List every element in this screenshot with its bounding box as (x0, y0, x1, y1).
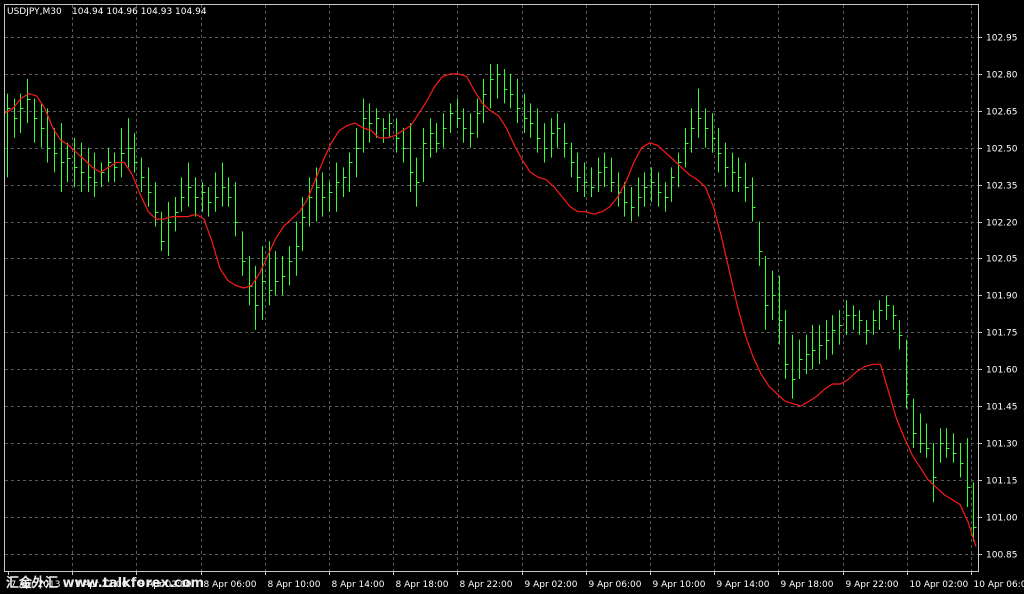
y-tick-label: 102.05 (986, 255, 1018, 265)
x-tick-label: 10 Apr 02:00 (910, 580, 969, 590)
x-tick-label: 8 Apr 22:00 (460, 580, 513, 590)
y-tick-label: 101.60 (986, 366, 1018, 376)
y-tick-label: 101.15 (986, 477, 1018, 487)
y-tick-label: 102.50 (986, 145, 1018, 155)
watermark-text: 汇金外汇 www.talkforex.com (6, 575, 204, 591)
x-tick-label: 9 Apr 22:00 (846, 580, 899, 590)
y-tick-label: 101.30 (986, 440, 1018, 450)
x-tick-label: 9 Apr 02:00 (525, 580, 578, 590)
x-tick-label: 8 Apr 18:00 (396, 580, 449, 590)
x-tick-label: 9 Apr 14:00 (717, 580, 770, 590)
y-tick-label: 102.80 (986, 71, 1018, 81)
y-tick-label: 101.90 (986, 292, 1018, 302)
y-tick-label: 101.45 (986, 403, 1018, 413)
ohlc-readout: 104.94 104.96 104.93 104.94 (72, 7, 207, 17)
x-tick-label: 8 Apr 14:00 (332, 580, 385, 590)
price-chart: 102.95 102.80 102.65 102.50 102.35 102.20 102.… (0, 0, 1024, 594)
y-tick-label: 101.75 (986, 329, 1018, 339)
y-tick-label: 102.65 (986, 108, 1018, 118)
x-tick-label: 9 Apr 18:00 (781, 580, 834, 590)
y-tick-label: 102.95 (986, 34, 1018, 44)
x-tick-label: 9 Apr 06:00 (589, 580, 642, 590)
y-tick-label: 102.20 (986, 219, 1018, 229)
y-tick-label: 101.00 (986, 514, 1018, 524)
symbol-label: USDJPY,M30 (7, 7, 62, 17)
y-tick-label: 102.35 (986, 182, 1018, 192)
y-tick-label: 100.85 (986, 551, 1018, 561)
chart-background (0, 0, 1024, 594)
x-tick-label: 8 Apr 06:00 (204, 580, 257, 590)
x-tick-label: 8 Apr 10:00 (268, 580, 321, 590)
x-tick-label: 9 Apr 10:00 (653, 580, 706, 590)
x-tick-label: 10 Apr 06:00 (974, 580, 1024, 590)
